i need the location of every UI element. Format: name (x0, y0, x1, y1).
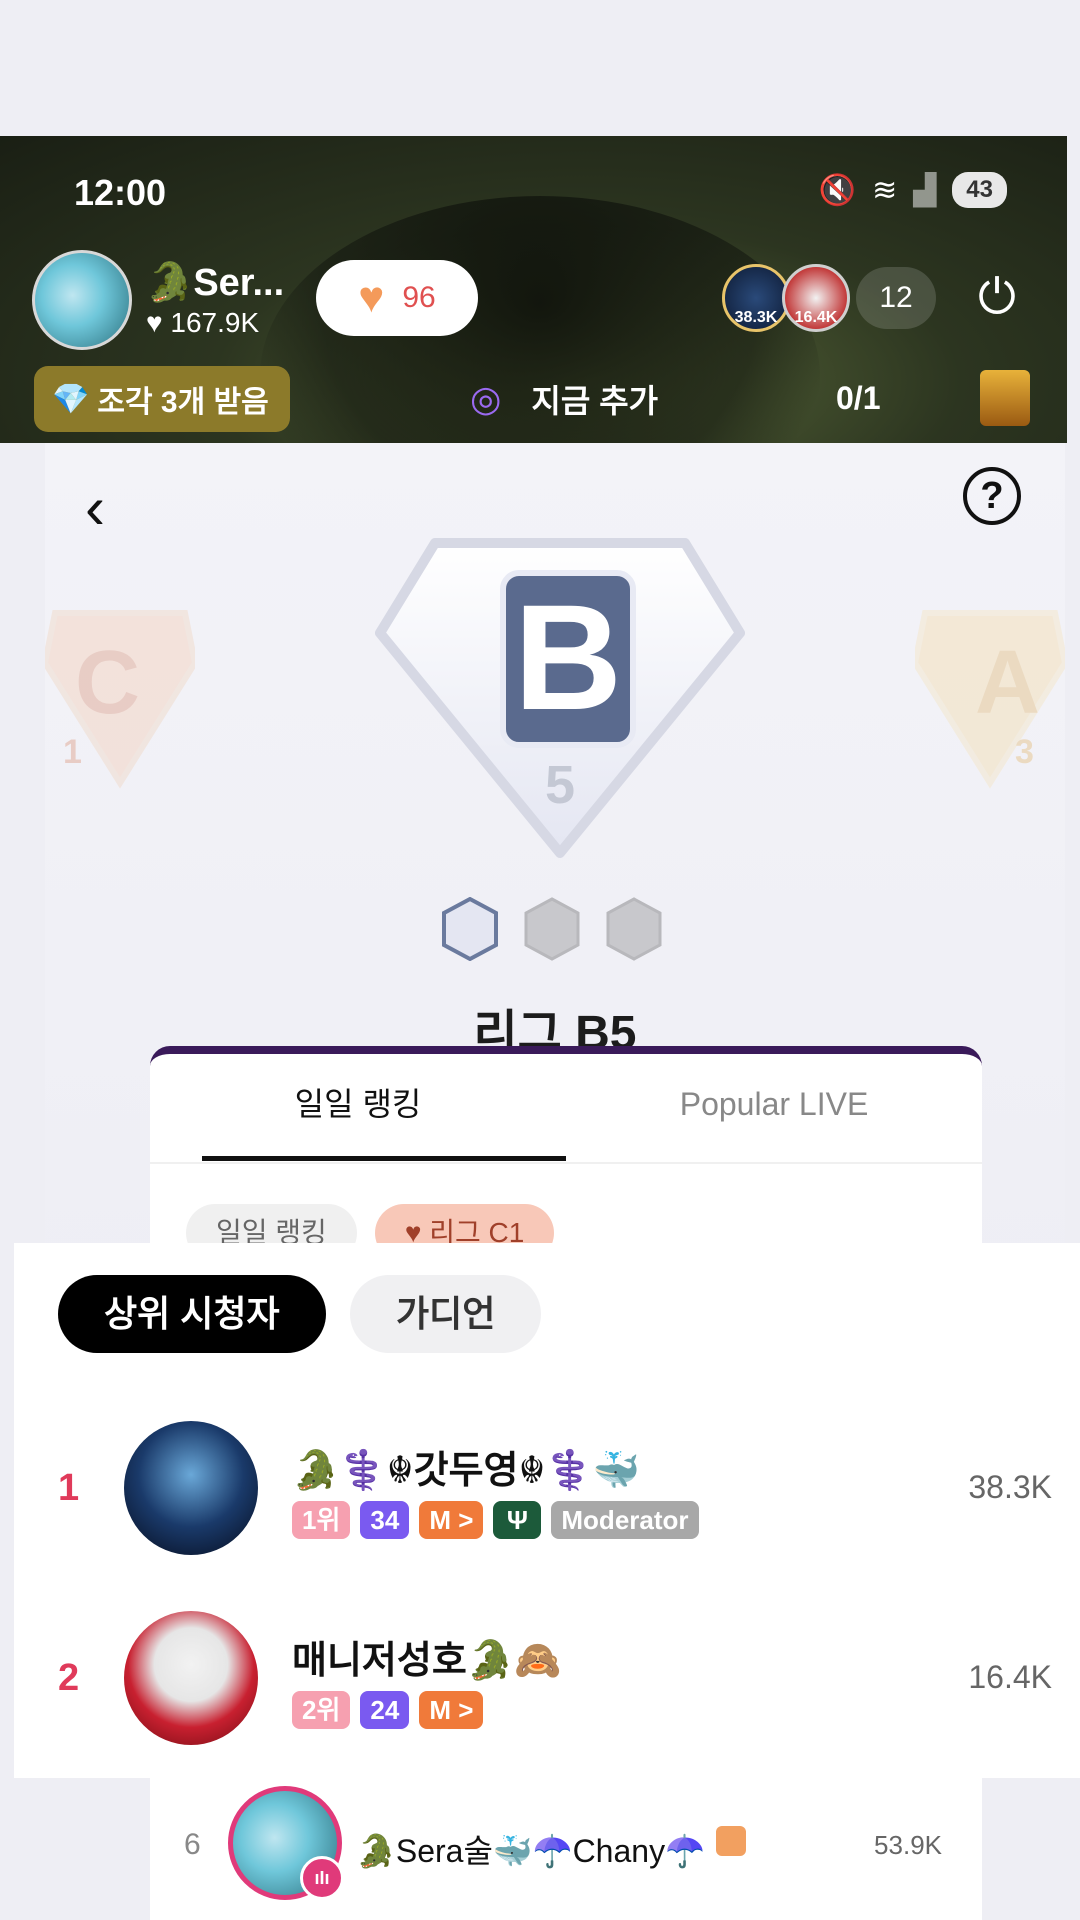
diamond-icon: 💎 (52, 382, 90, 416)
live-stream-header: 12:00 🔇 ≋ ▟ 43 🐊Ser... ♥ 167.9K ♥ 96 38.… (0, 136, 1067, 443)
mute-icon: 🔇 (818, 173, 857, 207)
live-indicator-icon: ıIı (300, 1856, 344, 1900)
league-badge-right-letter: A (975, 633, 1040, 733)
target-icon: ◎ (470, 378, 502, 419)
list-item[interactable]: 1 🐊⚕️☬갓두영☬⚕️🐳 1위 34 M > Ψ Moderator 38.3… (14, 1421, 1080, 1561)
help-button[interactable]: ? (963, 467, 1021, 525)
progress-hex-empty (524, 897, 580, 961)
top-viewers[interactable]: 38.3K 16.4K 12 (722, 264, 936, 332)
moderator-tag: Moderator (551, 1501, 699, 1539)
membership-tag[interactable]: M > (419, 1501, 484, 1539)
treasure-chest-icon[interactable] (980, 370, 1030, 426)
viewer-tags: 2위 24 M > (292, 1691, 484, 1729)
top-viewer-value-2: 16.4K (794, 309, 838, 326)
league-badge-letter: B (514, 573, 622, 741)
top-viewer-avatar-1[interactable]: 38.3K (722, 264, 790, 332)
status-time: 12:00 (74, 172, 167, 213)
segment-top-viewers[interactable]: 상위 시청자 (58, 1275, 326, 1353)
battery-indicator: 43 (952, 172, 1007, 208)
antler-badge-icon: Ψ (493, 1501, 542, 1539)
gem-reward-label: 조각 3개 받음 (97, 386, 269, 419)
heart-button[interactable]: ♥ 96 (316, 260, 478, 336)
viewer-name: 매니저성호🐊🙈 (292, 1640, 562, 1682)
progress-hex-empty (606, 897, 662, 961)
heart-icon: ♥ (358, 273, 385, 322)
segment-guardian[interactable]: 가디언 (350, 1275, 542, 1353)
self-name: 🐊Sera술🐳☂️Chany☂️ (356, 1833, 705, 1869)
league-badge-left-level: 1 (63, 733, 82, 771)
goal-progress: 0/1 (836, 380, 881, 416)
league-progress-hexes (442, 897, 662, 961)
rank-number: 2 (58, 1657, 80, 1699)
viewer-count[interactable]: 12 (856, 267, 936, 329)
status-bar: 12:00 🔇 ≋ ▟ 43 (0, 136, 1067, 246)
power-icon[interactable]: ⏻ (969, 270, 1025, 326)
list-item[interactable]: 2 매니저성호🐊🙈 2위 24 M > 16.4K (14, 1611, 1080, 1751)
target-label: 지금 추가 (531, 383, 659, 419)
self-ranking-row[interactable]: 6 ıIı 🐊Sera술🐳☂️Chany☂️ 53.9K (150, 1778, 982, 1920)
heart-count: 96 (402, 281, 436, 314)
league-badge-left[interactable]: C 1 (45, 593, 195, 793)
gem-reward-pill[interactable]: 💎 조각 3개 받음 (34, 366, 290, 432)
league-badge-left-letter: C (75, 633, 140, 733)
top-viewer-avatar-2[interactable]: 16.4K (782, 264, 850, 332)
viewer-value: 16.4K (968, 1659, 1052, 1695)
wifi-icon: ≋ (872, 173, 898, 207)
back-button[interactable]: ‹ (85, 473, 105, 542)
tab-underline (202, 1156, 566, 1161)
tab-popular-live[interactable]: Popular LIVE (566, 1054, 982, 1162)
viewer-name: 🐊⚕️☬갓두영☬⚕️🐳 (292, 1450, 641, 1492)
league-badge-icon (716, 1826, 746, 1856)
host-likes: ♥ 167.9K (146, 307, 260, 338)
rank-tag: 2위 (292, 1691, 351, 1729)
status-icons: 🔇 ≋ ▟ 43 (819, 172, 1007, 208)
top-viewers-panel: 상위 시청자 가디언 1 🐊⚕️☬갓두영☬⚕️🐳 1위 34 M > Ψ Mod… (14, 1243, 1080, 1778)
viewer-tags: 1위 34 M > Ψ Moderator (292, 1501, 699, 1539)
host-name: 🐊Ser... (146, 262, 285, 304)
league-badge-right-level: 3 (1015, 733, 1034, 771)
membership-tag[interactable]: M > (419, 1691, 484, 1729)
league-badge-right[interactable]: A 3 (915, 593, 1065, 793)
league-badge-current: B 5 (375, 538, 745, 858)
host-avatar[interactable] (32, 250, 132, 350)
target-goal[interactable]: ◎ 지금 추가 (470, 376, 658, 422)
gem-level-tag: 24 (360, 1691, 410, 1729)
avatar[interactable] (124, 1611, 258, 1745)
rank-number: 6 (184, 1828, 201, 1861)
self-value: 53.9K (874, 1830, 942, 1860)
viewer-value: 38.3K (968, 1469, 1052, 1505)
rank-tag: 1위 (292, 1501, 351, 1539)
signal-icon: ▟ (913, 173, 937, 207)
host-profile[interactable]: 🐊Ser... ♥ 167.9K (32, 250, 284, 350)
tab-daily-ranking[interactable]: 일일 랭킹 (150, 1054, 566, 1162)
gem-level-tag: 34 (360, 1501, 410, 1539)
avatar[interactable] (124, 1421, 258, 1555)
rank-number: 1 (58, 1467, 80, 1509)
top-viewer-value-1: 38.3K (734, 309, 778, 326)
ranking-tabs: 일일 랭킹 Popular LIVE (150, 1054, 982, 1164)
league-badge-level: 5 (545, 755, 575, 815)
progress-hex-filled (442, 897, 498, 961)
